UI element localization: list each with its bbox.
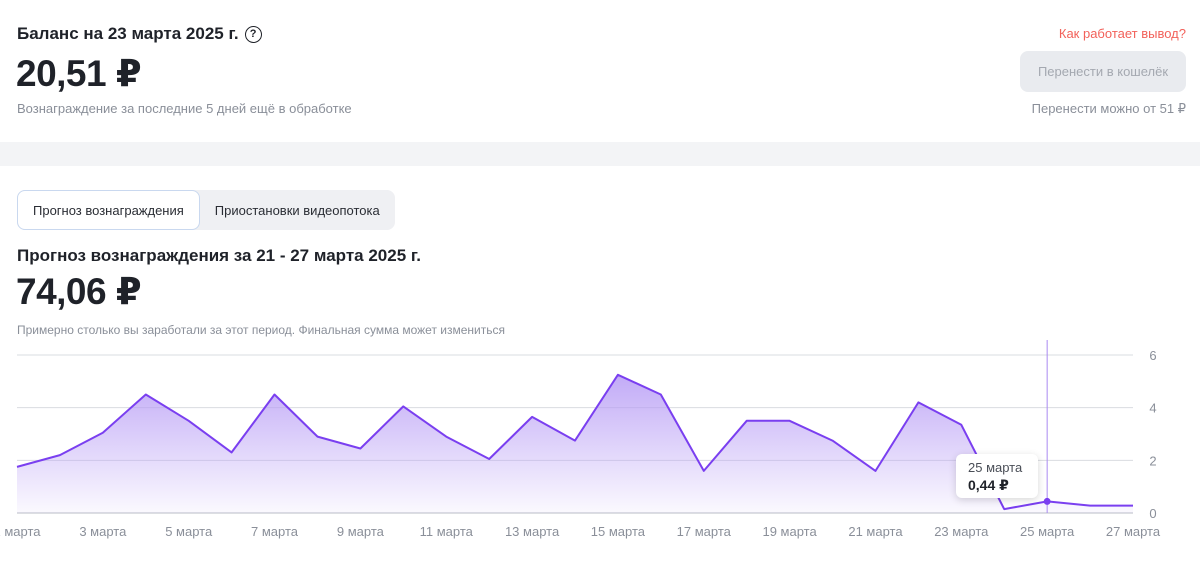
data-point (273, 393, 277, 397)
tooltip-date: 25 марта (968, 460, 1023, 475)
x-tick-label: 27 марта (1106, 524, 1161, 539)
y-tick-label: 0 (1149, 506, 1156, 521)
x-tick-label: 25 марта (1020, 524, 1075, 539)
data-point (873, 469, 877, 473)
data-point (959, 423, 963, 427)
forecast-amount: 74,06 ₽ (16, 271, 142, 312)
data-point (916, 400, 920, 404)
y-tick-label: 4 (1149, 401, 1156, 416)
data-point (745, 419, 749, 423)
forecast-note: Примерно столько вы заработали за этот п… (17, 323, 505, 337)
x-tick-label: 13 марта (505, 524, 560, 539)
how-withdrawal-works-link[interactable]: Как работает вывод? (1059, 26, 1186, 41)
chart-tooltip: 25 марта 0,44 ₽ (956, 454, 1038, 498)
data-point (1131, 504, 1135, 508)
data-point (144, 393, 148, 397)
forecast-title: Прогноз вознаграждения за 21 - 27 марта … (17, 246, 421, 265)
data-point (358, 446, 362, 450)
data-point (616, 373, 620, 377)
x-tick-label: 9 марта (337, 524, 385, 539)
data-point (1088, 504, 1092, 508)
tab-stream-pauses[interactable]: Приостановки видеопотока (200, 190, 395, 230)
data-point (401, 404, 405, 408)
data-point (659, 393, 663, 397)
data-point (1002, 507, 1006, 511)
tab-bar: Прогноз вознаграждения Приостановки виде… (17, 190, 395, 230)
tooltip-value: 0,44 ₽ (968, 477, 1009, 493)
data-point (487, 457, 491, 461)
section-divider (0, 142, 1200, 166)
y-tick-label: 6 (1149, 348, 1156, 363)
x-tick-label: 11 марта (420, 524, 474, 539)
data-point (230, 450, 234, 454)
balance-note: Вознаграждение за последние 5 дней ещё в… (17, 101, 352, 116)
balance-card: Баланс на 23 марта 2025 г. ? 20,51 ₽ Воз… (0, 0, 1200, 142)
data-point (15, 465, 19, 469)
data-point (788, 419, 792, 423)
y-tick-label: 2 (1149, 453, 1156, 468)
x-tick-label: 21 марта (848, 524, 903, 539)
x-tick-label: 17 марта (677, 524, 732, 539)
x-tick-label: 1 марта (0, 524, 41, 539)
data-point (58, 453, 62, 457)
x-tick-label: 3 марта (79, 524, 127, 539)
x-tick-label: 15 марта (591, 524, 646, 539)
transfer-minimum-note: Перенести можно от 51 ₽ (1031, 101, 1186, 116)
data-point (187, 419, 191, 423)
data-point (530, 415, 534, 419)
x-tick-label: 7 марта (251, 524, 299, 539)
data-point (831, 439, 835, 443)
data-point (315, 435, 319, 439)
tab-reward-forecast[interactable]: Прогноз вознаграждения (17, 190, 200, 230)
x-tick-label: 5 марта (165, 524, 213, 539)
data-point (101, 431, 105, 435)
hover-point (1043, 497, 1051, 505)
data-point (444, 435, 448, 439)
data-point (573, 439, 577, 443)
x-tick-label: 23 марта (934, 524, 989, 539)
balance-title: Баланс на 23 марта 2025 г. ? (17, 24, 262, 44)
balance-amount: 20,51 ₽ (16, 53, 142, 94)
reward-forecast-chart[interactable]: 0 2 4 6 1 марта 3 марта 5 марта 7 марта 9 марта 1… (0, 340, 1200, 562)
data-point (702, 469, 706, 473)
x-tick-label: 19 марта (762, 524, 817, 539)
transfer-to-wallet-button[interactable]: Перенести в кошелёк (1020, 51, 1186, 92)
help-circle-icon[interactable]: ? (244, 25, 262, 43)
balance-title-text: Баланс на 23 марта 2025 г. (17, 24, 239, 43)
